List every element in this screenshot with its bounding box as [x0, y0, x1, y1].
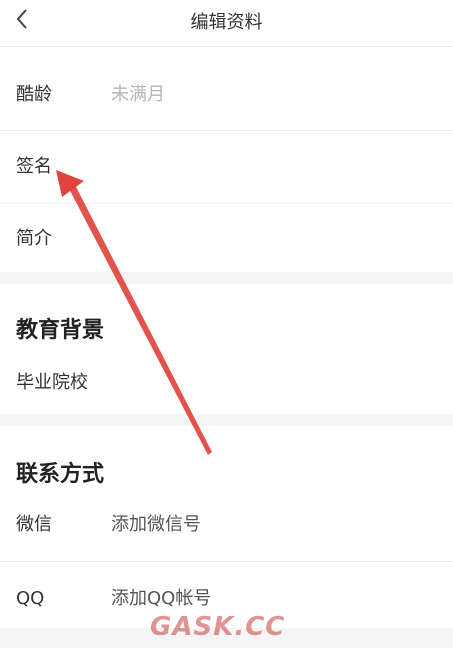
contact-title: 联系方式 [16, 462, 105, 487]
wechat-label: 微信 [16, 514, 52, 535]
nav-bar: 编辑资料 [0, 0, 453, 47]
qq-value[interactable]: 添加QQ帐号 [111, 588, 211, 610]
watermark-logo: GASK.CC [150, 612, 286, 642]
age-row[interactable]: 酷龄 未满月 [0, 58, 453, 130]
wechat-value[interactable]: 添加微信号 [111, 514, 201, 536]
section-gap [0, 272, 453, 284]
age-value: 未满月 [111, 84, 165, 105]
signature-label: 签名 [16, 156, 52, 177]
contact-section: 联系方式 微信 添加微信号 [0, 426, 453, 560]
intro-row[interactable]: 简介 [0, 204, 453, 272]
page-title: 编辑资料 [190, 12, 263, 33]
school-label[interactable]: 毕业院校 [16, 372, 88, 394]
education-title: 教育背景 [16, 318, 105, 343]
age-label: 酷龄 [16, 84, 52, 105]
intro-label: 简介 [16, 228, 52, 249]
qq-label: QQ [16, 588, 45, 609]
signature-row[interactable]: 签名 [0, 131, 453, 203]
education-section: 教育背景 毕业院校 [0, 284, 453, 414]
section-gap [0, 414, 453, 426]
